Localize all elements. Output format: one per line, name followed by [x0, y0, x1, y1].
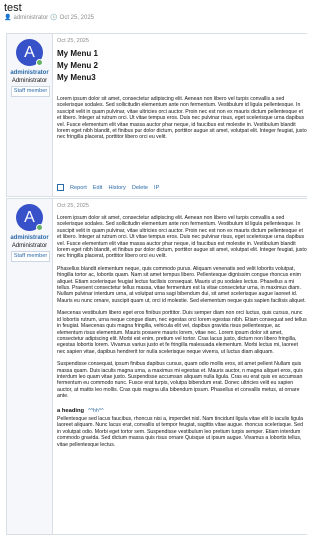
- staff-badge: Staff member: [11, 251, 50, 262]
- menu-item-1: My Menu 1: [57, 49, 98, 58]
- thread-meta: 👤 administrator 🕓 Oct 25, 2025: [4, 14, 94, 22]
- staff-badge: Staff member: [11, 86, 50, 97]
- post-date[interactable]: Oct 25, 2025: [57, 38, 89, 44]
- report-link[interactable]: Report: [70, 185, 87, 191]
- post-actions: Report Edit History Delete IP: [57, 184, 159, 191]
- post-paragraph-5: Pellentesque sed lacus faucibus, rhoncus…: [57, 415, 303, 448]
- post-author-title: Administrator: [11, 78, 48, 84]
- post-author-name[interactable]: administrator: [7, 70, 52, 76]
- post-1: A administrator Administrator Staff memb…: [6, 33, 307, 197]
- edit-link[interactable]: Edit: [93, 185, 103, 191]
- post-author-name[interactable]: administrator: [7, 235, 52, 241]
- post-date[interactable]: Oct 25, 2025: [57, 203, 89, 209]
- post-heading-row: a heading ^^hh^^: [57, 408, 307, 414]
- delete-link[interactable]: Delete: [132, 185, 148, 191]
- post-paragraph-4: Suspendisse consequat, ipsum finibus dap…: [57, 361, 303, 400]
- post-paragraph: Lorem ipsum dolor sit amet, consectetur …: [57, 96, 307, 141]
- ip-link[interactable]: IP: [154, 185, 159, 191]
- online-status-dot: [36, 59, 43, 66]
- menu-item-3: My Menu3: [57, 73, 96, 82]
- menu-item-2: My Menu 2: [57, 61, 98, 70]
- thread-author-link[interactable]: administrator: [13, 15, 48, 21]
- post-paragraph-2: Phasellus blandit elementum neque, quis …: [57, 265, 306, 304]
- post-1-user-panel: A administrator Administrator Staff memb…: [7, 34, 53, 196]
- clock-icon: 🕓: [50, 15, 58, 21]
- thread-title: test: [4, 2, 22, 14]
- post-heading: a heading: [57, 407, 85, 414]
- post-paragraph-1: Lorem ipsum dolor sit amet, consectetur …: [57, 215, 307, 260]
- post-2: A administrator Administrator Staff memb…: [6, 198, 307, 535]
- post-paragraph-3: Maecenas vestibulum libero eget eros fin…: [57, 310, 307, 355]
- post-2-user-panel: A administrator Administrator Staff memb…: [7, 199, 53, 534]
- select-post-checkbox[interactable]: [57, 184, 64, 191]
- post-2-main: Oct 25, 2025 Lorem ipsum dolor sit amet,…: [57, 199, 307, 534]
- post-author-title: Administrator: [11, 243, 48, 249]
- online-status-dot: [36, 224, 43, 231]
- history-link[interactable]: History: [108, 185, 125, 191]
- post-1-main: Oct 25, 2025 My Menu 1 My Menu 2 My Menu…: [57, 34, 307, 196]
- thread-date[interactable]: Oct 25, 2025: [60, 15, 94, 21]
- post-body: My Menu 1 My Menu 2 My Menu3 Lorem ipsum…: [57, 48, 307, 141]
- heading-anchor-link[interactable]: ^^hh^^: [88, 408, 104, 414]
- user-icon: 👤: [4, 15, 12, 21]
- post-body: Lorem ipsum dolor sit amet, consectetur …: [57, 215, 307, 448]
